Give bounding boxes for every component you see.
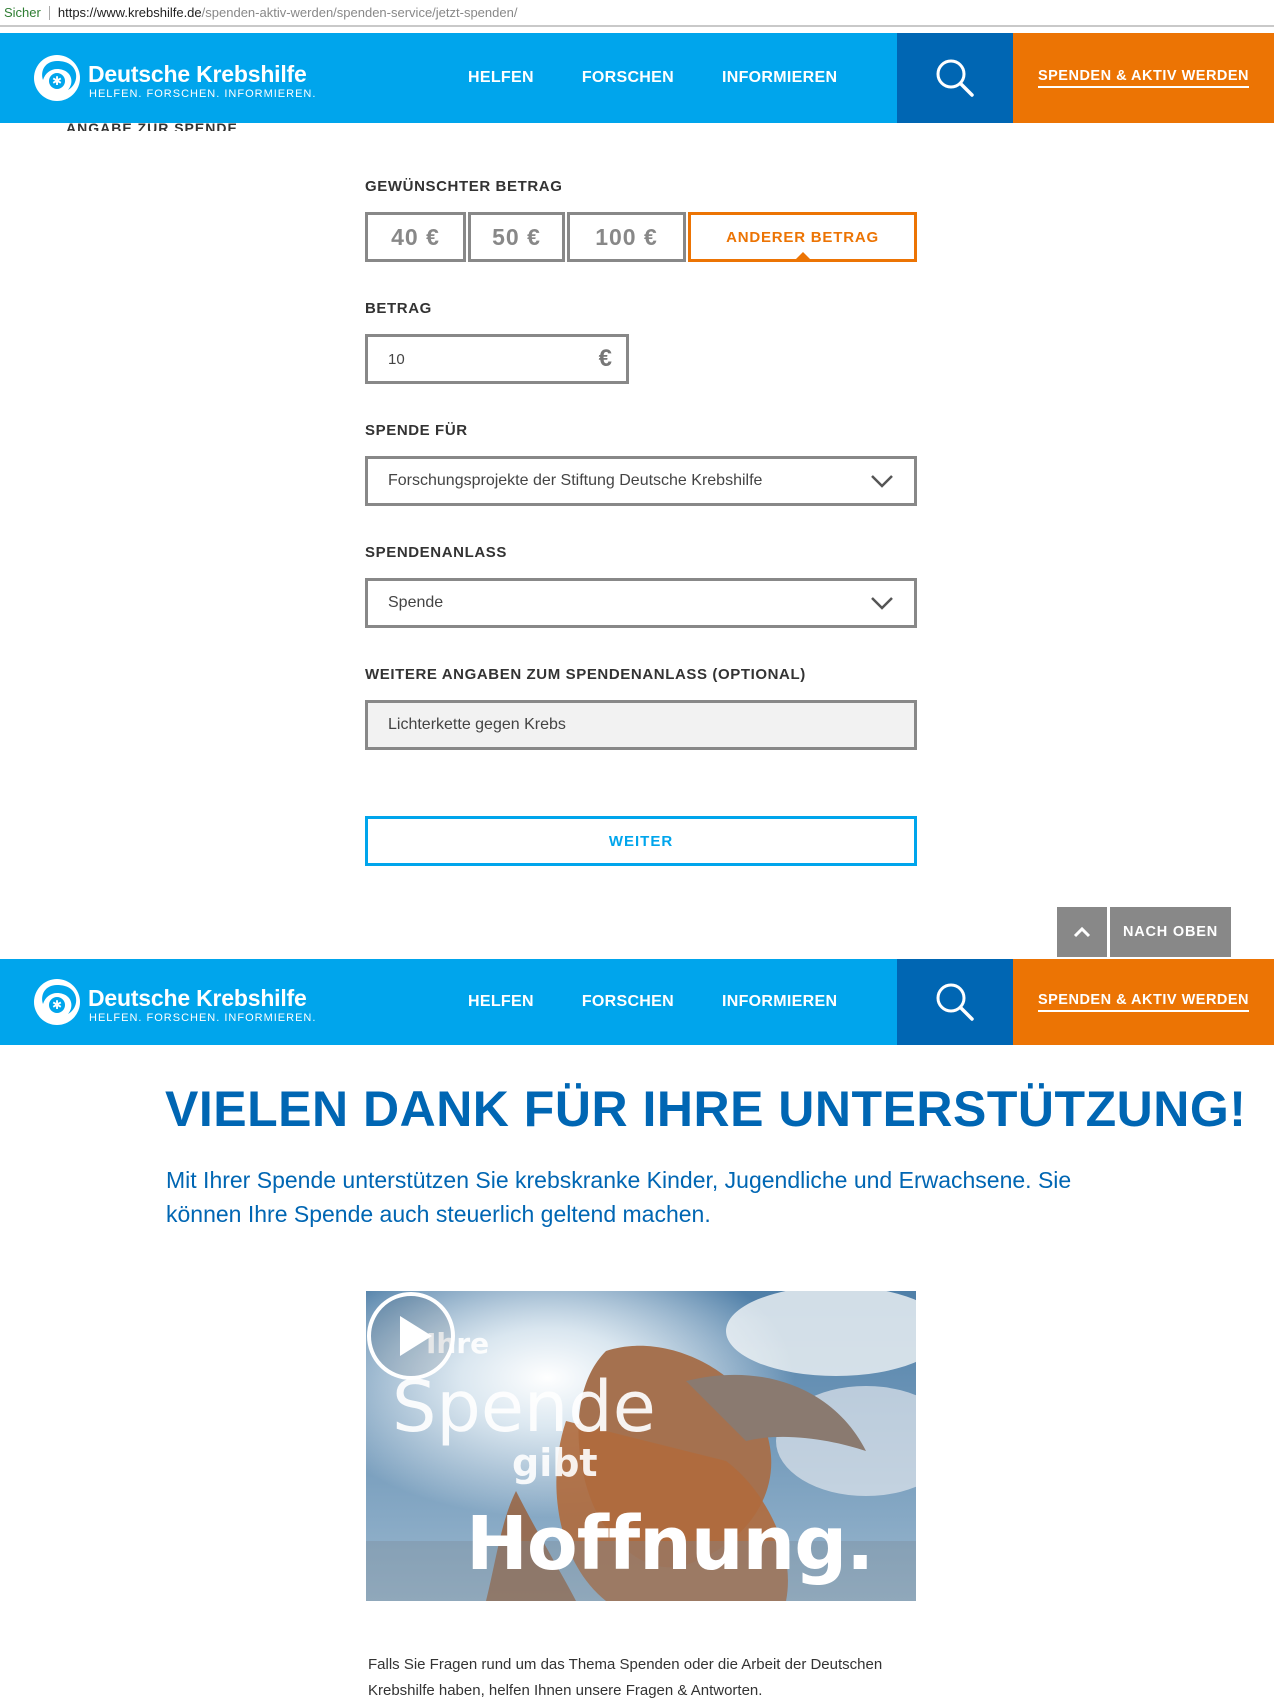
- video-player[interactable]: Ihre Spende gibt Hoffnung.: [366, 1291, 916, 1601]
- video-text-gibt: gibt: [512, 1441, 598, 1485]
- thanks-text: Mit Ihrer Spende unterstützen Sie krebsk…: [166, 1167, 1072, 1227]
- site-logo[interactable]: ✱ Deutsche Krebshilfe HELFEN. FORSCHEN. …: [32, 975, 315, 1029]
- euro-icon: €: [598, 345, 612, 372]
- scroll-up-button[interactable]: [1057, 907, 1107, 957]
- site-header: ✱ Deutsche Krebshilfe HELFEN. FORSCHEN. …: [0, 33, 1274, 123]
- logo-swirl-icon: ✱: [34, 979, 80, 1025]
- chevron-down-icon: [871, 475, 893, 488]
- svg-text:✱: ✱: [52, 74, 62, 88]
- url-host: https://www.krebshilfe.de: [57, 5, 202, 20]
- url-path: /spenden-aktiv-werden/spenden-service/je…: [201, 5, 518, 20]
- occasion-select[interactable]: Spende: [365, 578, 917, 628]
- search-button[interactable]: [897, 33, 1013, 123]
- purpose-value: Forschungsprojekte der Stiftung Deutsche…: [388, 472, 763, 489]
- section-heading: ANGABE ZUR SPENDE: [66, 120, 238, 131]
- nav-item-informieren[interactable]: INFORMIEREN: [722, 993, 837, 1011]
- thanks-title: VIELEN DANK FÜR IHRE UNTERSTÜTZUNG!: [165, 1081, 1247, 1137]
- purpose-label: SPENDE FÜR: [365, 422, 468, 439]
- nav-item-forschen[interactable]: FORSCHEN: [582, 993, 674, 1011]
- donate-cta-button[interactable]: SPENDEN & AKTIV WERDEN: [1013, 959, 1274, 1045]
- logo-name: Deutsche Krebshilfe: [88, 985, 307, 1011]
- play-icon[interactable]: [366, 1291, 456, 1381]
- main-nav: HELFEN FORSCHEN INFORMIEREN: [468, 959, 837, 1045]
- secure-label: Sicher: [4, 5, 41, 20]
- nav-item-helfen[interactable]: HELFEN: [468, 993, 534, 1011]
- logo-tagline: HELFEN. FORSCHEN. INFORMIEREN.: [89, 88, 317, 100]
- donate-cta-button[interactable]: SPENDEN & AKTIV WERDEN: [1013, 33, 1274, 123]
- search-icon: [936, 59, 974, 97]
- occasion-label: SPENDENANLASS: [365, 544, 507, 561]
- logo-tagline: HELFEN. FORSCHEN. INFORMIEREN.: [89, 1012, 317, 1024]
- occasion-value: Spende: [388, 594, 444, 611]
- address-separator: [48, 5, 50, 20]
- betrag-label: BETRAG: [365, 300, 432, 317]
- main-nav: HELFEN FORSCHEN INFORMIEREN: [468, 33, 837, 123]
- back-to-top-button[interactable]: NACH OBEN: [1110, 907, 1231, 957]
- chevron-down-icon: [871, 597, 893, 610]
- extra-value: Lichterkette gegen Krebs: [388, 716, 566, 733]
- search-button[interactable]: [897, 959, 1013, 1045]
- browser-address-bar[interactable]: Sicher https://www.krebshilfe.de /spende…: [0, 0, 1274, 27]
- logo-name: Deutsche Krebshilfe: [88, 61, 307, 87]
- chevron-up-icon: [1073, 926, 1091, 938]
- faq-text: Falls Sie Fragen rund um das Thema Spend…: [368, 1656, 883, 1698]
- purpose-select[interactable]: Forschungsprojekte der Stiftung Deutsche…: [365, 456, 917, 506]
- nav-item-informieren[interactable]: INFORMIEREN: [722, 69, 837, 87]
- weiter-button[interactable]: WEITER: [365, 816, 917, 866]
- betrag-input[interactable]: 10 €: [365, 334, 629, 384]
- donate-cta-label: SPENDEN & AKTIV WERDEN: [1037, 992, 1250, 1012]
- logo-swirl-icon: ✱: [34, 55, 80, 101]
- site-header-sticky: ✱ Deutsche Krebshilfe HELFEN. FORSCHEN. …: [0, 959, 1274, 1045]
- amount-option-100[interactable]: 100 €: [567, 212, 686, 262]
- site-logo[interactable]: ✱ Deutsche Krebshilfe HELFEN. FORSCHEN. …: [32, 51, 315, 105]
- extra-label: WEITERE ANGABEN ZUM SPENDENANLASS (OPTIO…: [365, 666, 806, 683]
- nav-item-forschen[interactable]: FORSCHEN: [582, 69, 674, 87]
- donate-cta-label: SPENDEN & AKTIV WERDEN: [1037, 68, 1250, 88]
- svg-text:✱: ✱: [52, 998, 62, 1012]
- amount-option-40[interactable]: 40 €: [365, 212, 466, 262]
- amount-option-50[interactable]: 50 €: [468, 212, 565, 262]
- extra-input[interactable]: Lichterkette gegen Krebs: [365, 700, 917, 750]
- amount-option-other[interactable]: ANDERER BETRAG: [688, 212, 917, 262]
- video-text-hoffnung: Hoffnung.: [466, 1501, 874, 1587]
- nav-item-helfen[interactable]: HELFEN: [468, 69, 534, 87]
- betrag-value: 10: [388, 351, 405, 368]
- search-icon: [936, 983, 974, 1021]
- amount-label: GEWÜNSCHTER BETRAG: [365, 178, 563, 195]
